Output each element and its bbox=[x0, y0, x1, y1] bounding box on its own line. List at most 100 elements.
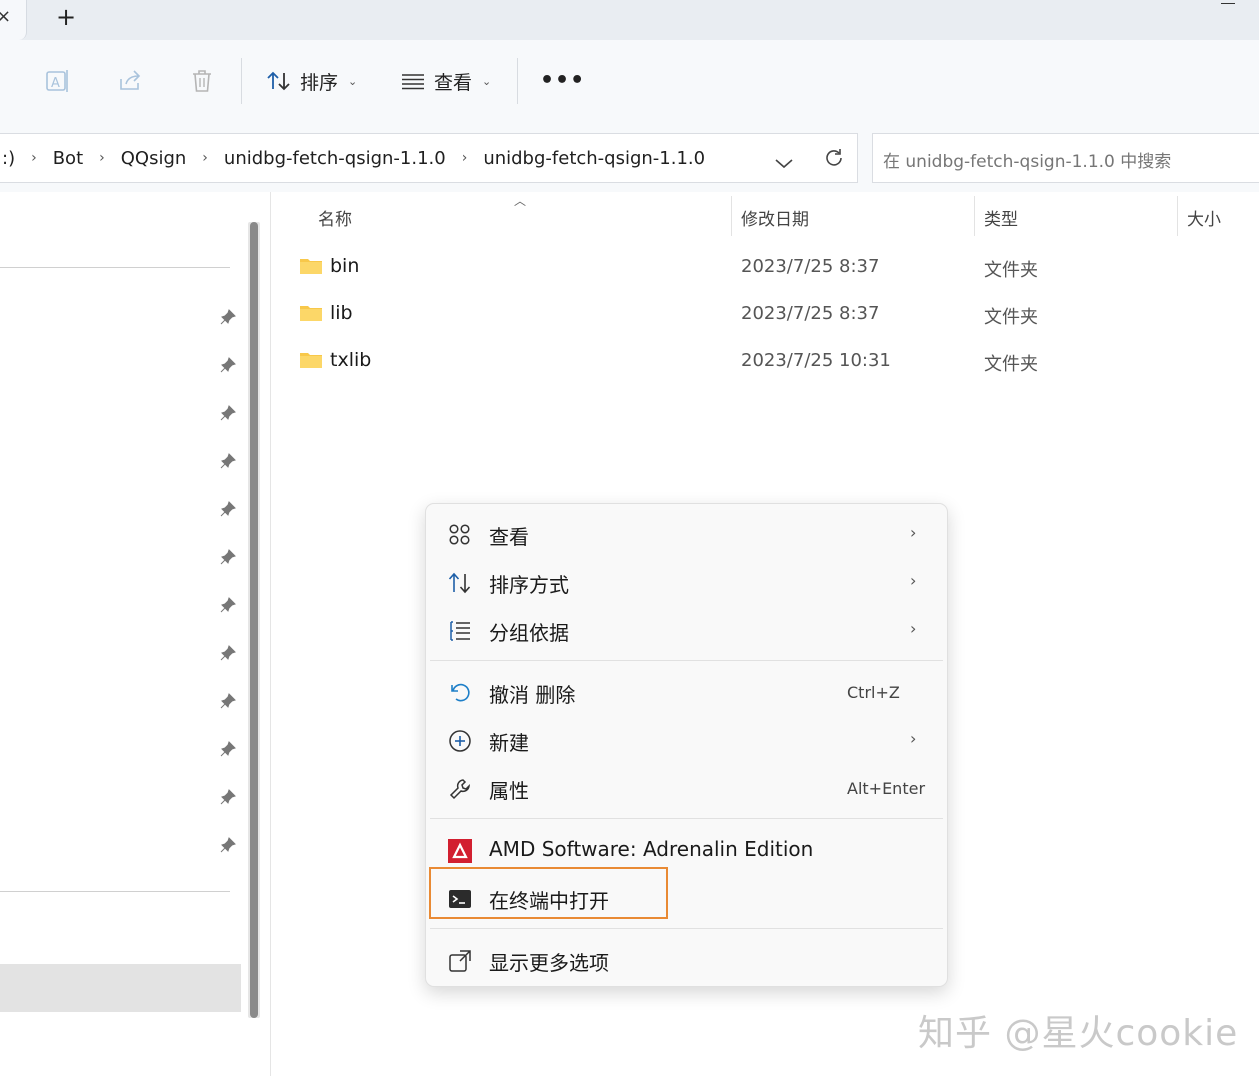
pin-icon[interactable] bbox=[219, 404, 237, 422]
sort-ascending-icon: ︿ bbox=[514, 194, 527, 208]
search-input[interactable]: 在 unidbg-fetch-qsign-1.1.0 中搜索 bbox=[872, 133, 1259, 183]
pin-icon[interactable] bbox=[219, 356, 237, 374]
annotation-highlight-box bbox=[429, 867, 668, 919]
nav-scrollbar-thumb[interactable] bbox=[250, 222, 258, 1018]
tab-strip: × + bbox=[0, 0, 1259, 40]
menu-item-new[interactable]: 新建 › bbox=[426, 718, 947, 762]
menu-item-amd-software[interactable]: AMD Software: Adrenalin Edition bbox=[426, 828, 947, 872]
menu-shortcut: Alt+Enter bbox=[847, 779, 926, 798]
chevron-right-icon[interactable]: › bbox=[202, 150, 208, 166]
folder-icon bbox=[300, 306, 322, 321]
menu-label: AMD Software: Adrenalin Edition bbox=[489, 837, 814, 861]
menu-label: 新建 bbox=[489, 731, 529, 755]
breadcrumb-qqsign[interactable]: QQsign bbox=[119, 148, 189, 169]
menu-item-view[interactable]: 查看 › bbox=[426, 512, 947, 556]
minimize-button[interactable] bbox=[1221, 3, 1235, 4]
pin-icon[interactable] bbox=[219, 500, 237, 518]
address-bar[interactable]: :) › Bot › QQsign › unidbg-fetch-qsign-1… bbox=[0, 133, 858, 183]
pin-icon[interactable] bbox=[219, 548, 237, 566]
pin-icon[interactable] bbox=[219, 596, 237, 614]
undo-icon bbox=[451, 683, 470, 702]
pin-icon[interactable] bbox=[219, 692, 237, 710]
share-icon[interactable] bbox=[116, 67, 144, 95]
folder-icon bbox=[300, 353, 322, 368]
column-header-type[interactable]: 类型 bbox=[984, 205, 1018, 230]
menu-label: 撤消 删除 bbox=[489, 683, 576, 707]
chevron-right-icon[interactable]: › bbox=[462, 150, 468, 166]
chevron-right-icon: › bbox=[910, 523, 917, 542]
more-options-button[interactable]: ••• bbox=[540, 68, 585, 93]
pin-icon[interactable] bbox=[219, 740, 237, 758]
amd-logo-icon bbox=[448, 839, 472, 863]
close-icon[interactable]: × bbox=[0, 6, 11, 27]
svg-text:A: A bbox=[51, 76, 60, 91]
breadcrumb-drive[interactable]: :) bbox=[0, 148, 17, 169]
sort-icon bbox=[448, 572, 471, 594]
sort-icon bbox=[267, 71, 290, 91]
chevron-down-icon: ⌄ bbox=[348, 74, 358, 88]
breadcrumb-bot[interactable]: Bot bbox=[51, 148, 85, 169]
column-divider[interactable] bbox=[731, 196, 732, 236]
menu-item-undo-delete[interactable]: 撤消 删除 Ctrl+Z bbox=[426, 670, 947, 714]
file-date: 2023/7/25 8:37 bbox=[741, 303, 880, 324]
file-date: 2023/7/25 10:31 bbox=[741, 350, 891, 371]
file-name: lib bbox=[330, 302, 353, 324]
menu-item-sort-by[interactable]: 排序方式 › bbox=[426, 560, 947, 604]
menu-item-group-by[interactable]: 分组依据 › bbox=[426, 608, 947, 652]
menu-item-properties[interactable]: 属性 Alt+Enter bbox=[426, 766, 947, 810]
column-header-date[interactable]: 修改日期 bbox=[741, 205, 809, 230]
grid-view-icon bbox=[449, 524, 470, 545]
toolbar-divider bbox=[517, 58, 518, 104]
chevron-right-icon[interactable]: › bbox=[99, 150, 105, 166]
address-dropdown-icon[interactable] bbox=[774, 158, 794, 170]
plus-circle-icon bbox=[449, 730, 471, 752]
column-divider[interactable] bbox=[1177, 196, 1178, 236]
new-tab-button[interactable]: + bbox=[52, 4, 80, 32]
pin-icon[interactable] bbox=[219, 788, 237, 806]
toolbar-divider bbox=[241, 58, 242, 104]
file-row[interactable]: txlib 2023/7/25 10:31 文件夹 bbox=[298, 341, 1258, 381]
delete-icon[interactable] bbox=[188, 67, 216, 95]
rename-icon[interactable]: A bbox=[44, 67, 72, 95]
menu-label: 查看 bbox=[489, 525, 529, 549]
command-bar: A 排序 ⌄ 查看 ⌄ ••• bbox=[0, 40, 1259, 123]
column-divider[interactable] bbox=[974, 196, 975, 236]
column-header-size[interactable]: 大小 bbox=[1187, 205, 1221, 230]
chevron-right-icon[interactable]: › bbox=[31, 150, 37, 166]
file-row[interactable]: bin 2023/7/25 8:37 文件夹 bbox=[298, 247, 1258, 287]
file-name: bin bbox=[330, 255, 360, 277]
wrench-icon bbox=[449, 779, 470, 800]
menu-label: 显示更多选项 bbox=[489, 951, 609, 975]
menu-label: 属性 bbox=[489, 779, 529, 803]
sort-button[interactable]: 排序 ⌄ bbox=[266, 60, 357, 102]
view-icon bbox=[402, 74, 424, 90]
chevron-right-icon: › bbox=[910, 729, 917, 748]
folder-icon bbox=[300, 259, 322, 274]
pin-icon[interactable] bbox=[219, 308, 237, 326]
menu-shortcut: Ctrl+Z bbox=[847, 683, 900, 702]
pin-icon[interactable] bbox=[219, 644, 237, 662]
nav-item-selected[interactable] bbox=[0, 964, 241, 1012]
nav-divider bbox=[0, 267, 230, 268]
menu-label: 排序方式 bbox=[489, 573, 569, 597]
navigation-pane bbox=[0, 192, 271, 1076]
breadcrumb-unidbg-current[interactable]: unidbg-fetch-qsign-1.1.0 bbox=[481, 148, 707, 169]
breadcrumb-unidbg-parent[interactable]: unidbg-fetch-qsign-1.1.0 bbox=[222, 148, 448, 169]
view-button[interactable]: 查看 ⌄ bbox=[400, 60, 491, 102]
file-name: txlib bbox=[330, 349, 372, 371]
file-type: 文件夹 bbox=[984, 354, 1038, 375]
menu-divider bbox=[430, 928, 943, 929]
refresh-icon[interactable] bbox=[822, 146, 846, 170]
menu-divider bbox=[430, 660, 943, 661]
pin-icon[interactable] bbox=[219, 836, 237, 854]
chevron-down-icon: ⌄ bbox=[482, 74, 492, 88]
menu-item-show-more-options[interactable]: 显示更多选项 bbox=[426, 938, 947, 982]
file-row[interactable]: lib 2023/7/25 8:37 文件夹 bbox=[298, 294, 1258, 334]
nav-divider bbox=[0, 891, 230, 892]
file-date: 2023/7/25 8:37 bbox=[741, 256, 880, 277]
menu-label: 分组依据 bbox=[489, 621, 569, 645]
pin-icon[interactable] bbox=[219, 452, 237, 470]
active-tab[interactable]: × bbox=[0, 0, 27, 40]
sort-label: 排序 bbox=[300, 71, 339, 94]
column-header-name[interactable]: 名称 bbox=[318, 205, 352, 230]
